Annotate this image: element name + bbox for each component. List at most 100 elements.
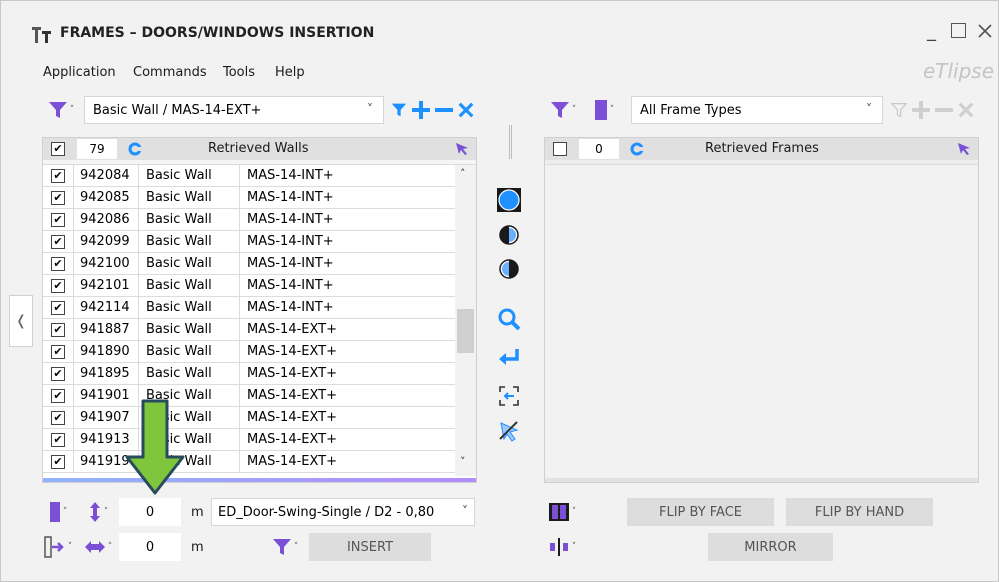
table-row[interactable]: ✔ 941890 Basic Wall MAS-14-EXT+ xyxy=(43,341,455,363)
row-type: MAS-14-INT+ xyxy=(247,300,334,315)
maximize-icon[interactable] xyxy=(951,23,966,38)
half-circle-left-icon[interactable] xyxy=(498,224,520,246)
flip-mode-button[interactable]: ˅ xyxy=(544,498,580,526)
menu-tools[interactable]: Tools xyxy=(223,65,255,80)
mirror-mode-button[interactable]: ˅ xyxy=(544,533,580,561)
table-row[interactable]: ✔ 942086 Basic Wall MAS-14-INT+ xyxy=(43,209,455,231)
offset-unit: m xyxy=(191,540,204,555)
pick-cursor-icon[interactable] xyxy=(957,142,971,156)
minimize-icon[interactable]: _ xyxy=(927,21,936,42)
remove-icon[interactable] xyxy=(434,100,454,120)
row-element-id: 942085 xyxy=(80,190,130,205)
chevron-down-icon: ˅ xyxy=(462,504,468,518)
row-family: Basic Wall xyxy=(146,366,212,381)
door-frame-icon xyxy=(49,502,60,522)
clear-icon[interactable] xyxy=(457,100,475,120)
frame-filter-button[interactable]: ˅ xyxy=(545,96,581,124)
row-type: MAS-14-INT+ xyxy=(247,234,334,249)
placement-mode-button[interactable]: ˅ xyxy=(41,533,75,561)
wall-type-dropdown[interactable]: Basic Wall / MAS-14-EXT+ ˅ xyxy=(84,96,384,124)
table-row[interactable]: ✔ 942099 Basic Wall MAS-14-INT+ xyxy=(43,231,455,253)
frame-type-dropdown[interactable]: All Frame Types ˅ xyxy=(631,96,883,124)
row-checkbox[interactable]: ✔ xyxy=(51,367,65,381)
frame-type-value: All Frame Types xyxy=(640,103,742,118)
row-checkbox[interactable]: ✔ xyxy=(51,301,65,315)
offset-mode-button[interactable]: ˄ xyxy=(81,533,115,561)
menu-application[interactable]: Application xyxy=(43,65,116,80)
wall-filter-button[interactable]: ˅ xyxy=(43,96,79,124)
refresh-icon[interactable] xyxy=(629,141,645,157)
door-type-dropdown[interactable]: ED_Door-Swing-Single / D2 - 0,80 ˅ xyxy=(211,498,475,526)
scroll-up-icon[interactable]: ˄ xyxy=(460,167,466,180)
table-row[interactable]: ✔ 941887 Basic Wall MAS-14-EXT+ xyxy=(43,319,455,341)
row-checkbox[interactable]: ✔ xyxy=(51,411,65,425)
close-icon[interactable] xyxy=(977,23,993,39)
window-title: FRAMES – DOORS/WINDOWS INSERTION xyxy=(60,25,375,41)
table-row[interactable]: ✔ 942101 Basic Wall MAS-14-INT+ xyxy=(43,275,455,297)
select-all-walls-checkbox[interactable]: ✔ xyxy=(51,142,65,156)
frame-kind-button[interactable]: ˅ xyxy=(41,498,75,526)
height-mode-button[interactable]: ˄ xyxy=(81,498,115,526)
insert-button[interactable]: INSERT xyxy=(309,533,431,561)
row-checkbox[interactable]: ✔ xyxy=(51,433,65,447)
filter-icon[interactable] xyxy=(891,101,907,119)
table-row[interactable]: ✔ 941913 Basic Wall MAS-14-EXT+ xyxy=(43,429,455,451)
chevron-down-icon: ˅ xyxy=(866,102,872,116)
brand-logo: eTlipse xyxy=(922,59,994,83)
splitter-handle[interactable] xyxy=(509,125,512,159)
row-checkbox[interactable]: ✔ xyxy=(51,455,65,469)
add-icon[interactable] xyxy=(411,100,431,120)
horizontal-arrows-icon xyxy=(84,541,105,553)
refresh-icon[interactable] xyxy=(127,141,143,157)
table-row[interactable]: ✔ 942084 Basic Wall MAS-14-INT+ xyxy=(43,165,455,187)
circle-filled-icon[interactable] xyxy=(496,187,522,213)
mirror-button[interactable]: MIRROR xyxy=(708,533,833,561)
height-input[interactable]: 0 xyxy=(119,498,181,526)
table-row[interactable]: ✔ 941901 Basic Wall MAS-14-EXT+ xyxy=(43,385,455,407)
table-row[interactable]: ✔ 942100 Basic Wall MAS-14-INT+ xyxy=(43,253,455,275)
row-checkbox[interactable]: ✔ xyxy=(51,213,65,227)
table-row[interactable]: ✔ 941895 Basic Wall MAS-14-EXT+ xyxy=(43,363,455,385)
half-circle-right-icon[interactable] xyxy=(498,258,520,280)
filter-icon[interactable] xyxy=(391,101,407,119)
insert-filter-button[interactable]: ˅ xyxy=(267,533,303,561)
row-checkbox[interactable]: ✔ xyxy=(51,191,65,205)
row-checkbox[interactable]: ✔ xyxy=(51,389,65,403)
chevron-down-icon: ˅ xyxy=(62,507,68,517)
enter-icon[interactable] xyxy=(497,347,521,369)
zoom-icon[interactable] xyxy=(497,307,521,331)
menu-help[interactable]: Help xyxy=(275,65,305,80)
offset-input[interactable]: 0 xyxy=(119,533,181,561)
walls-list-scrollbar[interactable]: ˄ ˅ xyxy=(455,165,476,476)
row-checkbox[interactable]: ✔ xyxy=(51,345,65,359)
remove-icon[interactable] xyxy=(934,100,954,120)
row-checkbox[interactable]: ✔ xyxy=(51,169,65,183)
row-checkbox[interactable]: ✔ xyxy=(51,279,65,293)
table-row[interactable]: ✔ 941907 Basic Wall MAS-14-EXT+ xyxy=(43,407,455,429)
collapse-left-handle[interactable]: ❬ xyxy=(9,295,33,347)
chevron-up-icon: ˄ xyxy=(103,507,109,517)
deselect-cursor-icon[interactable] xyxy=(497,419,521,443)
add-icon[interactable] xyxy=(911,100,931,120)
flip-by-hand-button[interactable]: FLIP BY HAND xyxy=(786,498,933,526)
scroll-down-icon[interactable]: ˅ xyxy=(460,455,466,468)
walls-count: 79 xyxy=(77,139,117,159)
chevron-down-icon: ˅ xyxy=(571,542,577,552)
focus-selection-icon[interactable] xyxy=(498,385,520,407)
pick-cursor-icon[interactable] xyxy=(455,142,469,156)
row-element-id: 942099 xyxy=(80,234,130,249)
table-row[interactable]: ✔ 942085 Basic Wall MAS-14-INT+ xyxy=(43,187,455,209)
clear-icon[interactable] xyxy=(957,100,975,120)
table-row[interactable]: ✔ 942114 Basic Wall MAS-14-INT+ xyxy=(43,297,455,319)
frame-category-button[interactable]: ˅ xyxy=(586,96,622,124)
scrollbar-thumb[interactable] xyxy=(457,309,474,353)
menu-commands[interactable]: Commands xyxy=(133,65,207,80)
row-element-id: 941887 xyxy=(80,322,130,337)
table-row[interactable]: ✔941919Basic WallMAS-14-EXT+ xyxy=(43,451,455,473)
select-all-frames-checkbox[interactable] xyxy=(553,142,567,156)
flip-by-face-button[interactable]: FLIP BY FACE xyxy=(627,498,774,526)
row-checkbox[interactable]: ✔ xyxy=(51,257,65,271)
annotation-arrow-icon xyxy=(125,399,185,495)
row-checkbox[interactable]: ✔ xyxy=(51,235,65,249)
row-checkbox[interactable]: ✔ xyxy=(51,323,65,337)
